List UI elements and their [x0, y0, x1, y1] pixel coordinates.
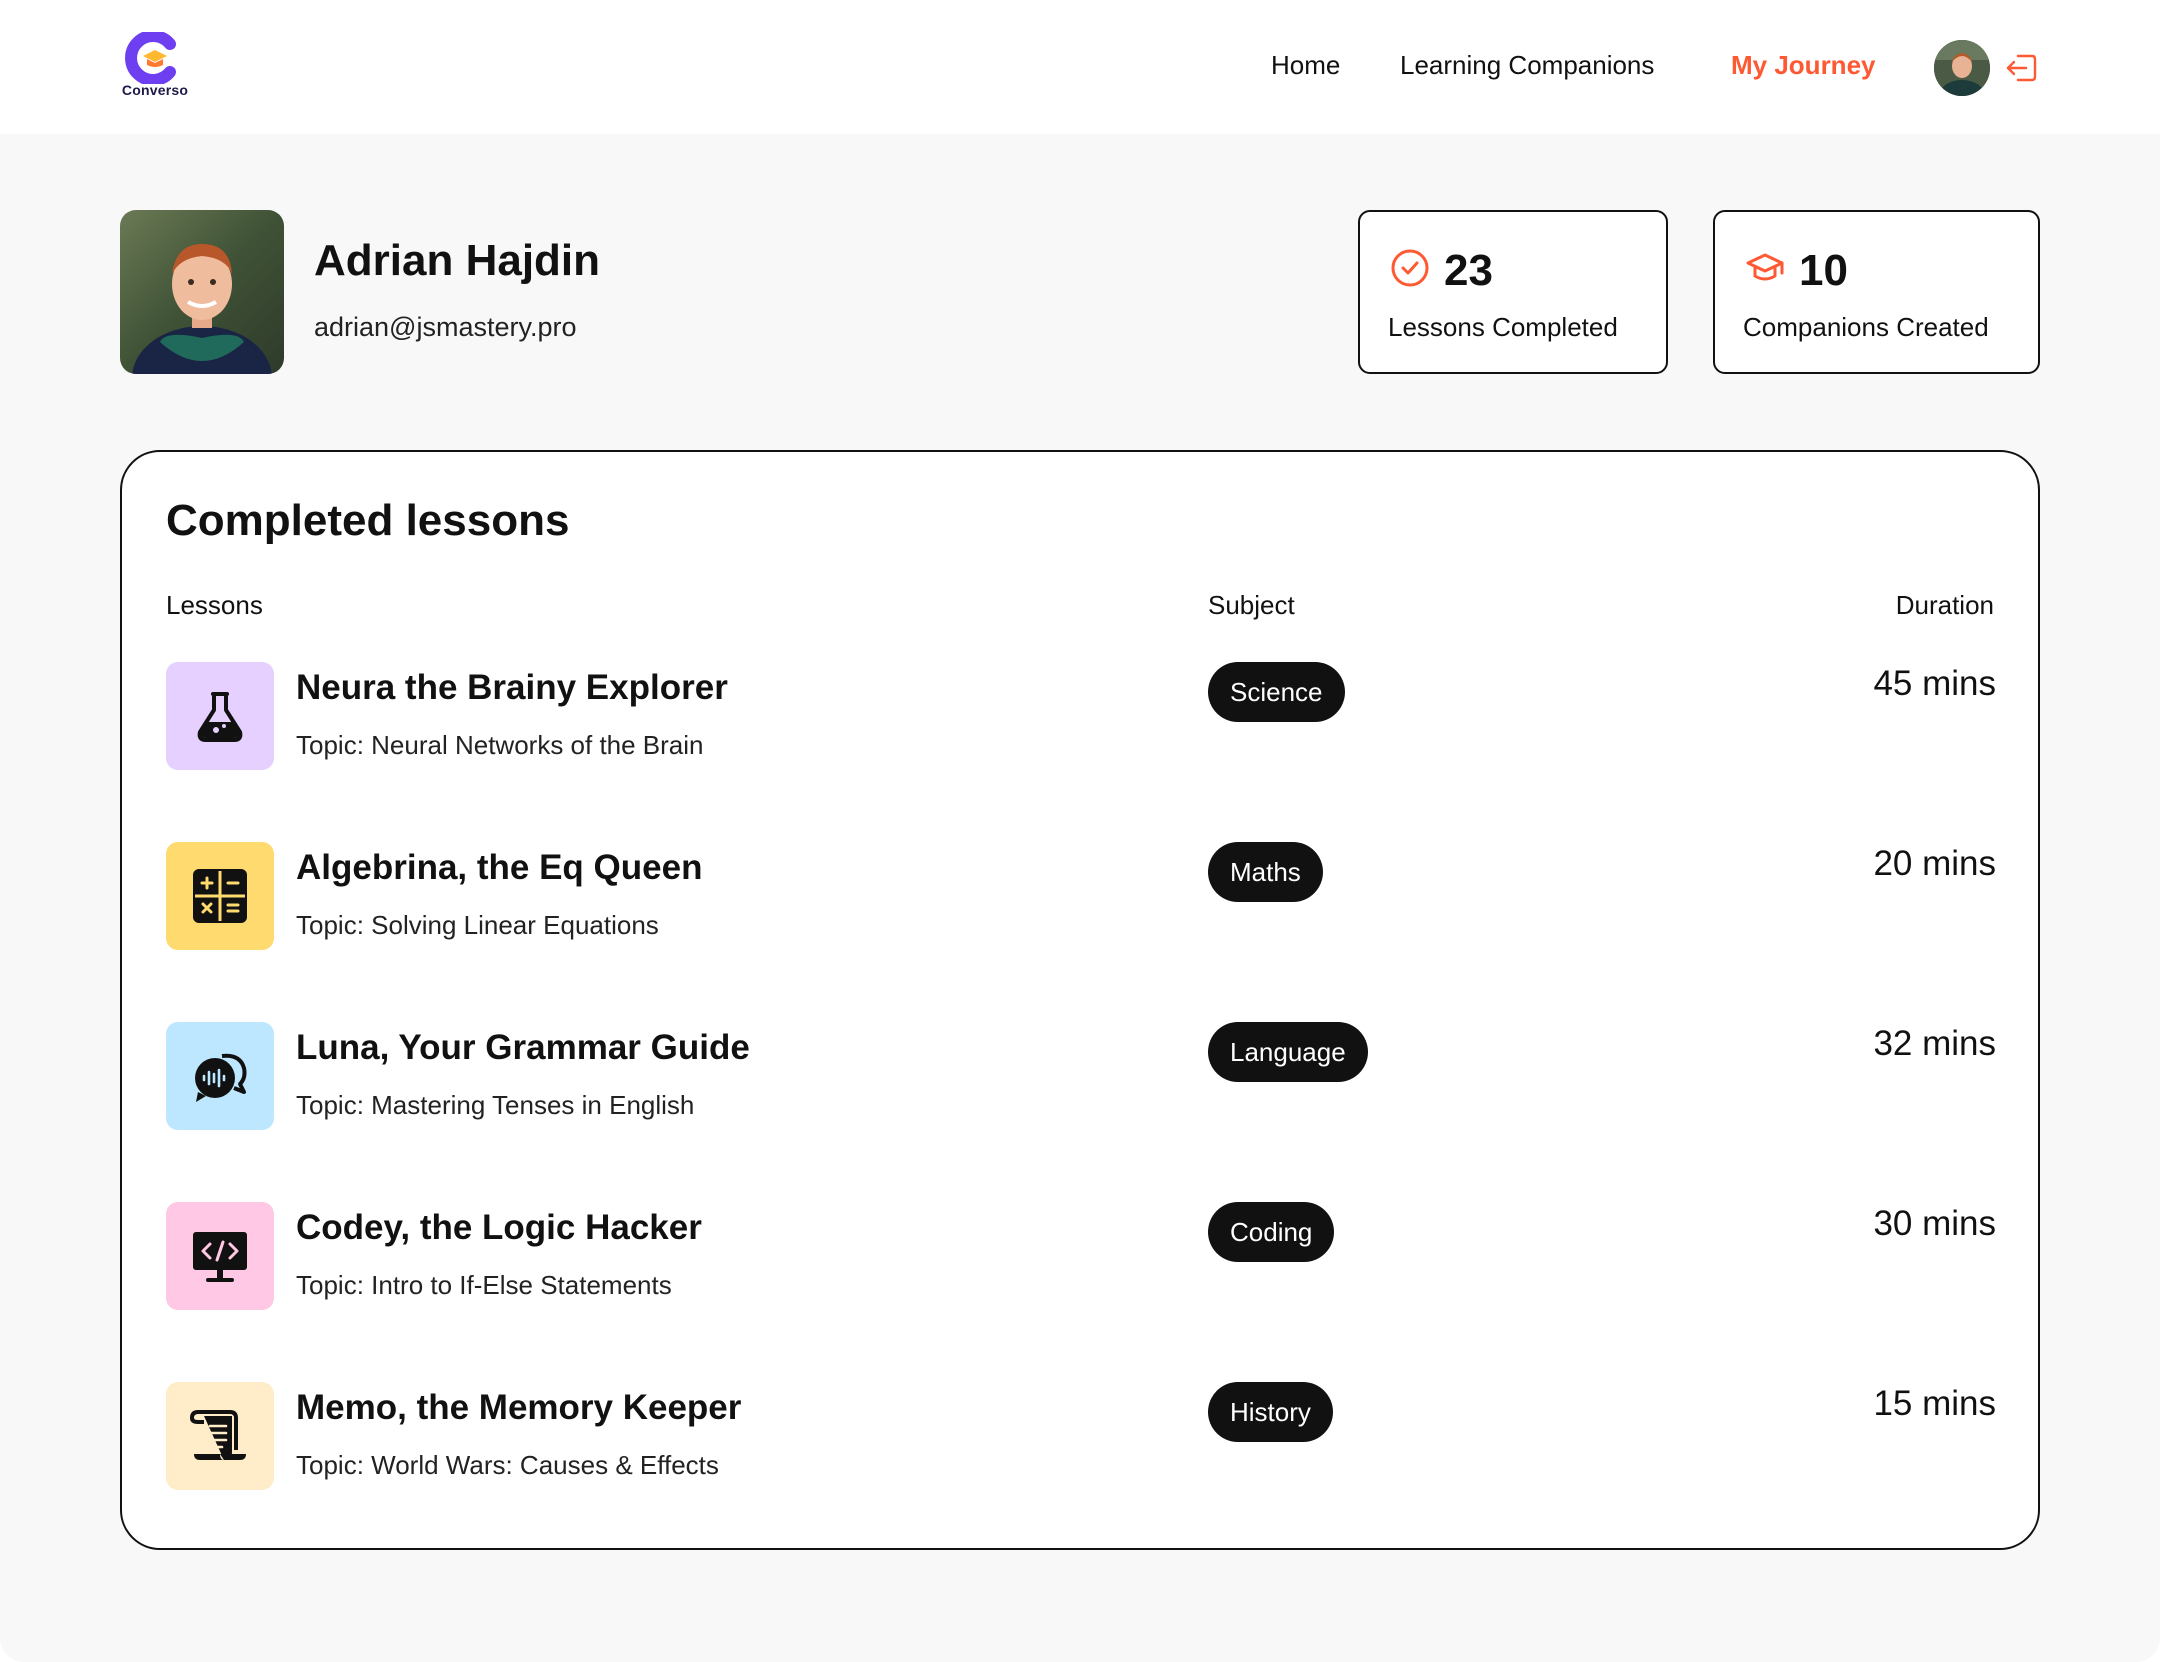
scroll-icon — [190, 1410, 246, 1460]
user-avatar-image — [1934, 40, 1990, 96]
lesson-duration: 20 mins — [1873, 844, 1996, 883]
profile-name: Adrian Hajdin — [314, 236, 601, 285]
lesson-topic: Topic: Solving Linear Equations — [296, 910, 659, 940]
nav-link-my-journey[interactable]: My Journey — [1731, 50, 1876, 81]
subject-badge: Coding — [1208, 1202, 1335, 1262]
chat-bubbles-icon — [195, 1053, 247, 1102]
sign-out-icon[interactable] — [2004, 50, 2040, 86]
companions-created-label: Companions Created — [1743, 312, 1989, 342]
lesson-row[interactable]: Luna, Your Grammar Guide Topic: Masterin… — [166, 1022, 1996, 1132]
stat-card-lessons-completed: 23 Lessons Completed — [1358, 210, 1668, 374]
page: Converso Home Learning Companions My Jou… — [0, 0, 2160, 1662]
stat-card-companions-created: 10 Companions Created — [1713, 210, 2040, 374]
nav-link-home[interactable]: Home — [1271, 50, 1340, 81]
profile-photo — [120, 210, 284, 374]
completed-lessons-panel: Completed lessons Lessons Subject Durati… — [120, 450, 2040, 1550]
lesson-name: Luna, Your Grammar Guide — [296, 1028, 750, 1067]
lesson-icon-box — [166, 1022, 274, 1130]
profile-email: adrian@jsmastery.pro — [314, 312, 577, 342]
column-header-subject: Subject — [1208, 590, 1295, 620]
subject-badge: Language — [1208, 1022, 1368, 1082]
lesson-row[interactable]: Neura the Brainy Explorer Topic: Neural … — [166, 662, 1996, 772]
subject-badge: History — [1208, 1382, 1333, 1442]
lesson-name: Algebrina, the Eq Queen — [296, 848, 703, 887]
lesson-name: Codey, the Logic Hacker — [296, 1208, 702, 1247]
lesson-icon-box — [166, 842, 274, 950]
user-avatar[interactable] — [1934, 40, 1990, 96]
lesson-topic: Topic: World Wars: Causes & Effects — [296, 1450, 719, 1480]
panel-title: Completed lessons — [166, 496, 570, 545]
lesson-name: Memo, the Memory Keeper — [296, 1388, 742, 1427]
check-circle-icon — [1390, 248, 1430, 288]
logo-text: Converso — [121, 82, 189, 98]
lesson-topic: Topic: Mastering Tenses in English — [296, 1090, 695, 1120]
companions-created-count: 10 — [1799, 246, 1848, 295]
lesson-icon-box — [166, 1382, 274, 1490]
lesson-topic: Topic: Neural Networks of the Brain — [296, 730, 704, 760]
graduation-cap-icon — [1745, 248, 1785, 288]
lesson-duration: 32 mins — [1873, 1024, 1996, 1063]
converso-logo[interactable]: Converso — [118, 30, 192, 100]
code-monitor-icon — [193, 1232, 247, 1282]
navbar: Converso Home Learning Companions My Jou… — [0, 0, 2160, 134]
column-header-duration: Duration — [1895, 590, 1994, 620]
lessons-completed-label: Lessons Completed — [1388, 312, 1618, 342]
calculator-icon — [193, 869, 247, 923]
lessons-completed-count: 23 — [1444, 246, 1493, 295]
column-header-lessons: Lessons — [166, 590, 263, 620]
subject-badge: Maths — [1208, 842, 1323, 902]
lesson-icon-box — [166, 1202, 274, 1310]
lesson-row[interactable]: Memo, the Memory Keeper Topic: World War… — [166, 1382, 1996, 1492]
nav-link-learning-companions[interactable]: Learning Companions — [1400, 50, 1654, 81]
subject-badge: Science — [1208, 662, 1345, 722]
lesson-row[interactable]: Codey, the Logic Hacker Topic: Intro to … — [166, 1202, 1996, 1312]
lesson-duration: 15 mins — [1873, 1384, 1996, 1423]
converso-logo-icon — [125, 30, 176, 86]
lesson-topic: Topic: Intro to If-Else Statements — [296, 1270, 672, 1300]
lesson-icon-box — [166, 662, 274, 770]
lesson-duration: 30 mins — [1873, 1204, 1996, 1243]
lesson-name: Neura the Brainy Explorer — [296, 668, 728, 707]
flask-icon — [197, 692, 243, 742]
lesson-duration: 45 mins — [1873, 664, 1996, 703]
lesson-row[interactable]: Algebrina, the Eq Queen Topic: Solving L… — [166, 842, 1996, 952]
